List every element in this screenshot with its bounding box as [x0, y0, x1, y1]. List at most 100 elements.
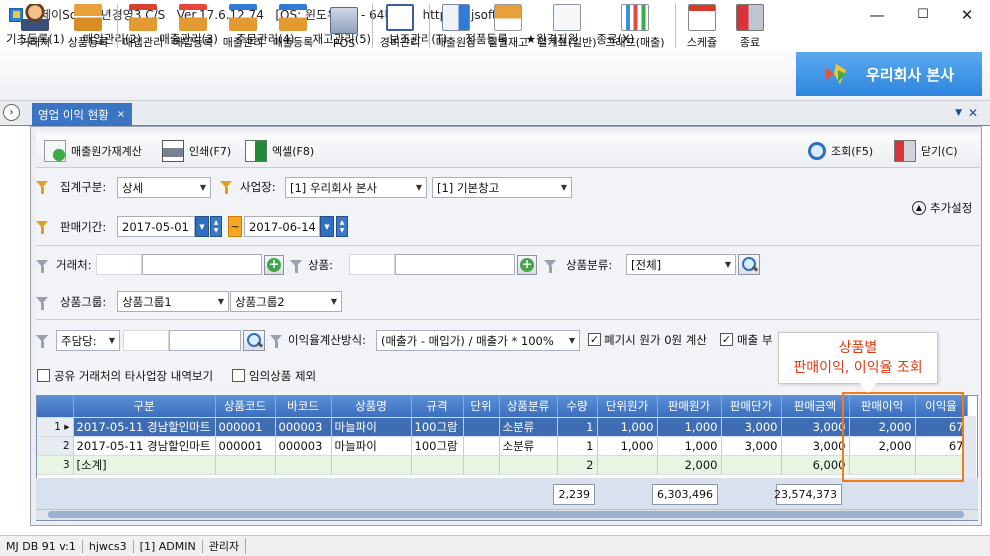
- toolbar-product-button[interactable]: 상품등록: [63, 2, 113, 50]
- toolbar-pos-button[interactable]: POS: [326, 2, 362, 50]
- cell-unit-cost[interactable]: 1,000: [597, 436, 658, 456]
- toolbar-sales-ledger-button[interactable]: 매출원장: [432, 2, 480, 50]
- date-from-spinner[interactable]: ▲ ▼: [210, 216, 222, 237]
- col-header[interactable]: 상품분류: [499, 396, 558, 418]
- product-code-input[interactable]: [349, 254, 395, 275]
- minimize-button[interactable]: —: [854, 0, 900, 29]
- cell-spec[interactable]: 100그람: [411, 417, 464, 437]
- client-code-input[interactable]: [96, 254, 142, 275]
- cell-product-code[interactable]: [215, 455, 276, 475]
- tab-list-dropdown-icon[interactable]: ▼: [955, 108, 962, 118]
- table-row-subtotal[interactable]: 3 [소계] 2 2,000 6,000: [37, 455, 968, 475]
- toolbar-exit-button[interactable]: 종료: [730, 2, 770, 50]
- col-header[interactable]: 상품코드: [215, 396, 276, 418]
- col-header[interactable]: 판매단가: [721, 396, 782, 418]
- more-settings-link[interactable]: ▲ 추가설정: [912, 198, 972, 218]
- cell-qty[interactable]: 1: [557, 436, 598, 456]
- close-icon[interactable]: ✕: [968, 106, 978, 120]
- cell-unit[interactable]: [463, 417, 500, 437]
- date-from-input[interactable]: 2017-05-01: [117, 216, 195, 237]
- calc-method-select[interactable]: (매출가 - 매입가) / 매출가 * 100% ▼: [376, 330, 580, 351]
- search-button[interactable]: 조회(F5): [808, 138, 873, 164]
- toolbar-schedule-button[interactable]: 스케쥴: [680, 2, 724, 50]
- cell-barcode[interactable]: 000003: [275, 436, 332, 456]
- col-header[interactable]: 바코드: [275, 396, 332, 418]
- manager-code-input[interactable]: [123, 330, 169, 351]
- col-header[interactable]: 단위원가: [597, 396, 658, 418]
- cell-sales-cost[interactable]: 2,000: [657, 455, 722, 475]
- cell-sales-cost[interactable]: 1,000: [657, 417, 722, 437]
- recalc-cost-button[interactable]: 매출원가재계산: [44, 138, 142, 164]
- table-row[interactable]: 2 2017-05-11 경남할인마트 000001 000003 마늘파이 1…: [37, 436, 968, 456]
- category-search-icon[interactable]: [738, 254, 760, 275]
- cell-product-name[interactable]: 마늘파이: [331, 436, 412, 456]
- cell-unit-cost[interactable]: 1,000: [597, 417, 658, 437]
- agg-select[interactable]: 상세 ▼: [117, 177, 211, 198]
- cell-class[interactable]: 소분류: [499, 436, 558, 456]
- cell-sales-amount[interactable]: 6,000: [781, 455, 850, 475]
- cell-unit-cost[interactable]: [597, 455, 658, 475]
- cell-sales-amount[interactable]: 3,000: [781, 436, 850, 456]
- toolbar-client-button[interactable]: 거래처: [14, 2, 56, 50]
- site-select[interactable]: [1] 우리회사 본사 ▼: [285, 177, 427, 198]
- print-button[interactable]: 인쇄(F7): [162, 138, 231, 164]
- toolbar-daily-sheet-button[interactable]: 일계표(일반): [534, 2, 600, 50]
- cell-product-code[interactable]: 000001: [215, 436, 276, 456]
- toolbar-daily-stock-button[interactable]: 일별재고: [485, 2, 531, 50]
- waste-cost-checkbox[interactable]: ✓: [588, 333, 601, 346]
- cell-qty[interactable]: 1: [557, 417, 598, 437]
- cell-barcode[interactable]: [275, 455, 332, 475]
- col-header[interactable]: 규격: [411, 396, 464, 418]
- tab-sales-profit[interactable]: 영업 이익 현황 ×: [32, 103, 132, 126]
- cell-category[interactable]: 2017-05-11 경남할인마트: [73, 417, 216, 437]
- cell-class[interactable]: 소분류: [499, 417, 558, 437]
- date-to-spinner[interactable]: ▲ ▼: [336, 216, 348, 237]
- col-header[interactable]: 상품명: [331, 396, 412, 418]
- date-to-input[interactable]: 2017-06-14: [244, 216, 320, 237]
- cell-spec[interactable]: 100그람: [411, 436, 464, 456]
- cell-unit[interactable]: [463, 455, 500, 475]
- calendar-dropdown-icon[interactable]: ▼: [320, 216, 334, 237]
- chevron-right-icon[interactable]: ›: [3, 104, 20, 121]
- client-name-input[interactable]: [142, 254, 262, 275]
- table-row[interactable]: 1 ▸ 2017-05-11 경남할인마트 000001 000003 마늘파이…: [37, 417, 968, 437]
- cell-product-code[interactable]: 000001: [215, 417, 276, 437]
- toolbar-purchase-reg-button[interactable]: 매입등록: [170, 2, 216, 50]
- vertical-scrollbar[interactable]: [962, 416, 976, 478]
- col-header[interactable]: 단위: [463, 396, 500, 418]
- cell-unit-price[interactable]: 3,000: [721, 436, 782, 456]
- product-name-input[interactable]: [395, 254, 515, 275]
- sales-checkbox[interactable]: ✓: [720, 333, 733, 346]
- col-header[interactable]: 수량: [557, 396, 598, 418]
- toolbar-sales-reg-button[interactable]: 매출등록: [270, 2, 316, 50]
- warehouse-select[interactable]: [1] 기본창고 ▼: [432, 177, 572, 198]
- col-header[interactable]: 판매원가: [657, 396, 722, 418]
- group1-select[interactable]: 상품그룹1 ▼: [117, 291, 229, 312]
- col-header[interactable]: 구분: [73, 396, 216, 418]
- share-client-checkbox[interactable]: [37, 369, 50, 382]
- category-select[interactable]: [전체] ▼: [626, 254, 736, 275]
- toolbar-purchase-mgmt-button[interactable]: 매입관리: [120, 2, 166, 50]
- toolbar-sales-mgmt-button[interactable]: 매출관리: [220, 2, 266, 50]
- cell-sales-cost[interactable]: 1,000: [657, 436, 722, 456]
- cell-spec[interactable]: [411, 455, 464, 475]
- col-header[interactable]: 판매금액: [781, 396, 850, 418]
- product-add-button[interactable]: +: [517, 255, 537, 275]
- excel-button[interactable]: 엑셀(F8): [245, 138, 314, 164]
- close-window-button[interactable]: ✕: [944, 0, 990, 29]
- group2-select[interactable]: 상품그룹2 ▼: [230, 291, 342, 312]
- horizontal-scroll-thumb[interactable]: [48, 511, 964, 518]
- exclude-temp-checkbox[interactable]: [232, 369, 245, 382]
- client-add-button[interactable]: +: [264, 255, 284, 275]
- cell-category[interactable]: 2017-05-11 경남할인마트: [73, 436, 216, 456]
- close-button[interactable]: 닫기(C): [894, 138, 958, 164]
- toolbar-expense-button[interactable]: 경비관리: [376, 2, 424, 50]
- maximize-button[interactable]: ☐: [900, 0, 946, 29]
- toolbar-graph-button[interactable]: 그래프(매출): [602, 2, 668, 50]
- cell-product-name[interactable]: 마늘파이: [331, 417, 412, 437]
- cell-product-name[interactable]: [331, 455, 412, 475]
- cell-category[interactable]: [소계]: [73, 455, 216, 475]
- manager-search-icon[interactable]: [243, 330, 265, 351]
- cell-barcode[interactable]: 000003: [275, 417, 332, 437]
- calendar-dropdown-icon[interactable]: ▼: [195, 216, 209, 237]
